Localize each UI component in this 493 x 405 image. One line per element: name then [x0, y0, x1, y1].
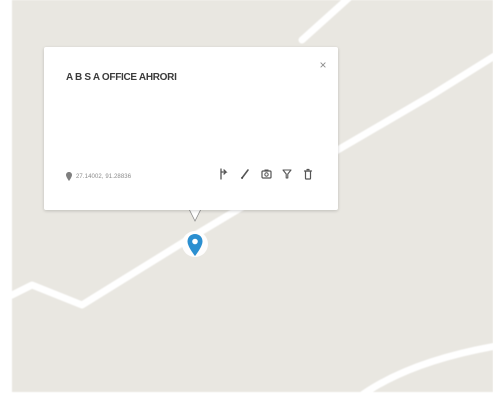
- location-popup: A B S A OFFICE AHRORI × 27.14002, 91.288…: [44, 47, 338, 210]
- filter-icon: [282, 169, 292, 179]
- location-title: A B S A OFFICE AHRORI: [66, 72, 177, 83]
- popup-actions: [218, 167, 314, 181]
- coordinates-text: 27.14002, 91.28836: [76, 173, 132, 180]
- close-button[interactable]: ×: [317, 59, 329, 71]
- delete-button[interactable]: [302, 167, 314, 181]
- location-marker-icon[interactable]: [181, 230, 209, 270]
- camera-icon: [260, 169, 272, 179]
- coordinates-row: 27.14002, 91.28836: [66, 172, 131, 181]
- delete-trash-icon: [303, 168, 313, 180]
- location-pin-icon: [66, 172, 72, 181]
- edit-button[interactable]: [239, 167, 251, 181]
- filter-button[interactable]: [281, 167, 293, 181]
- edit-pencil-icon: [240, 169, 249, 180]
- directions-icon: [220, 168, 228, 180]
- directions-button[interactable]: [218, 167, 230, 181]
- camera-button[interactable]: [260, 167, 272, 181]
- app-frame: A B S A OFFICE AHRORI × 27.14002, 91.288…: [0, 0, 493, 405]
